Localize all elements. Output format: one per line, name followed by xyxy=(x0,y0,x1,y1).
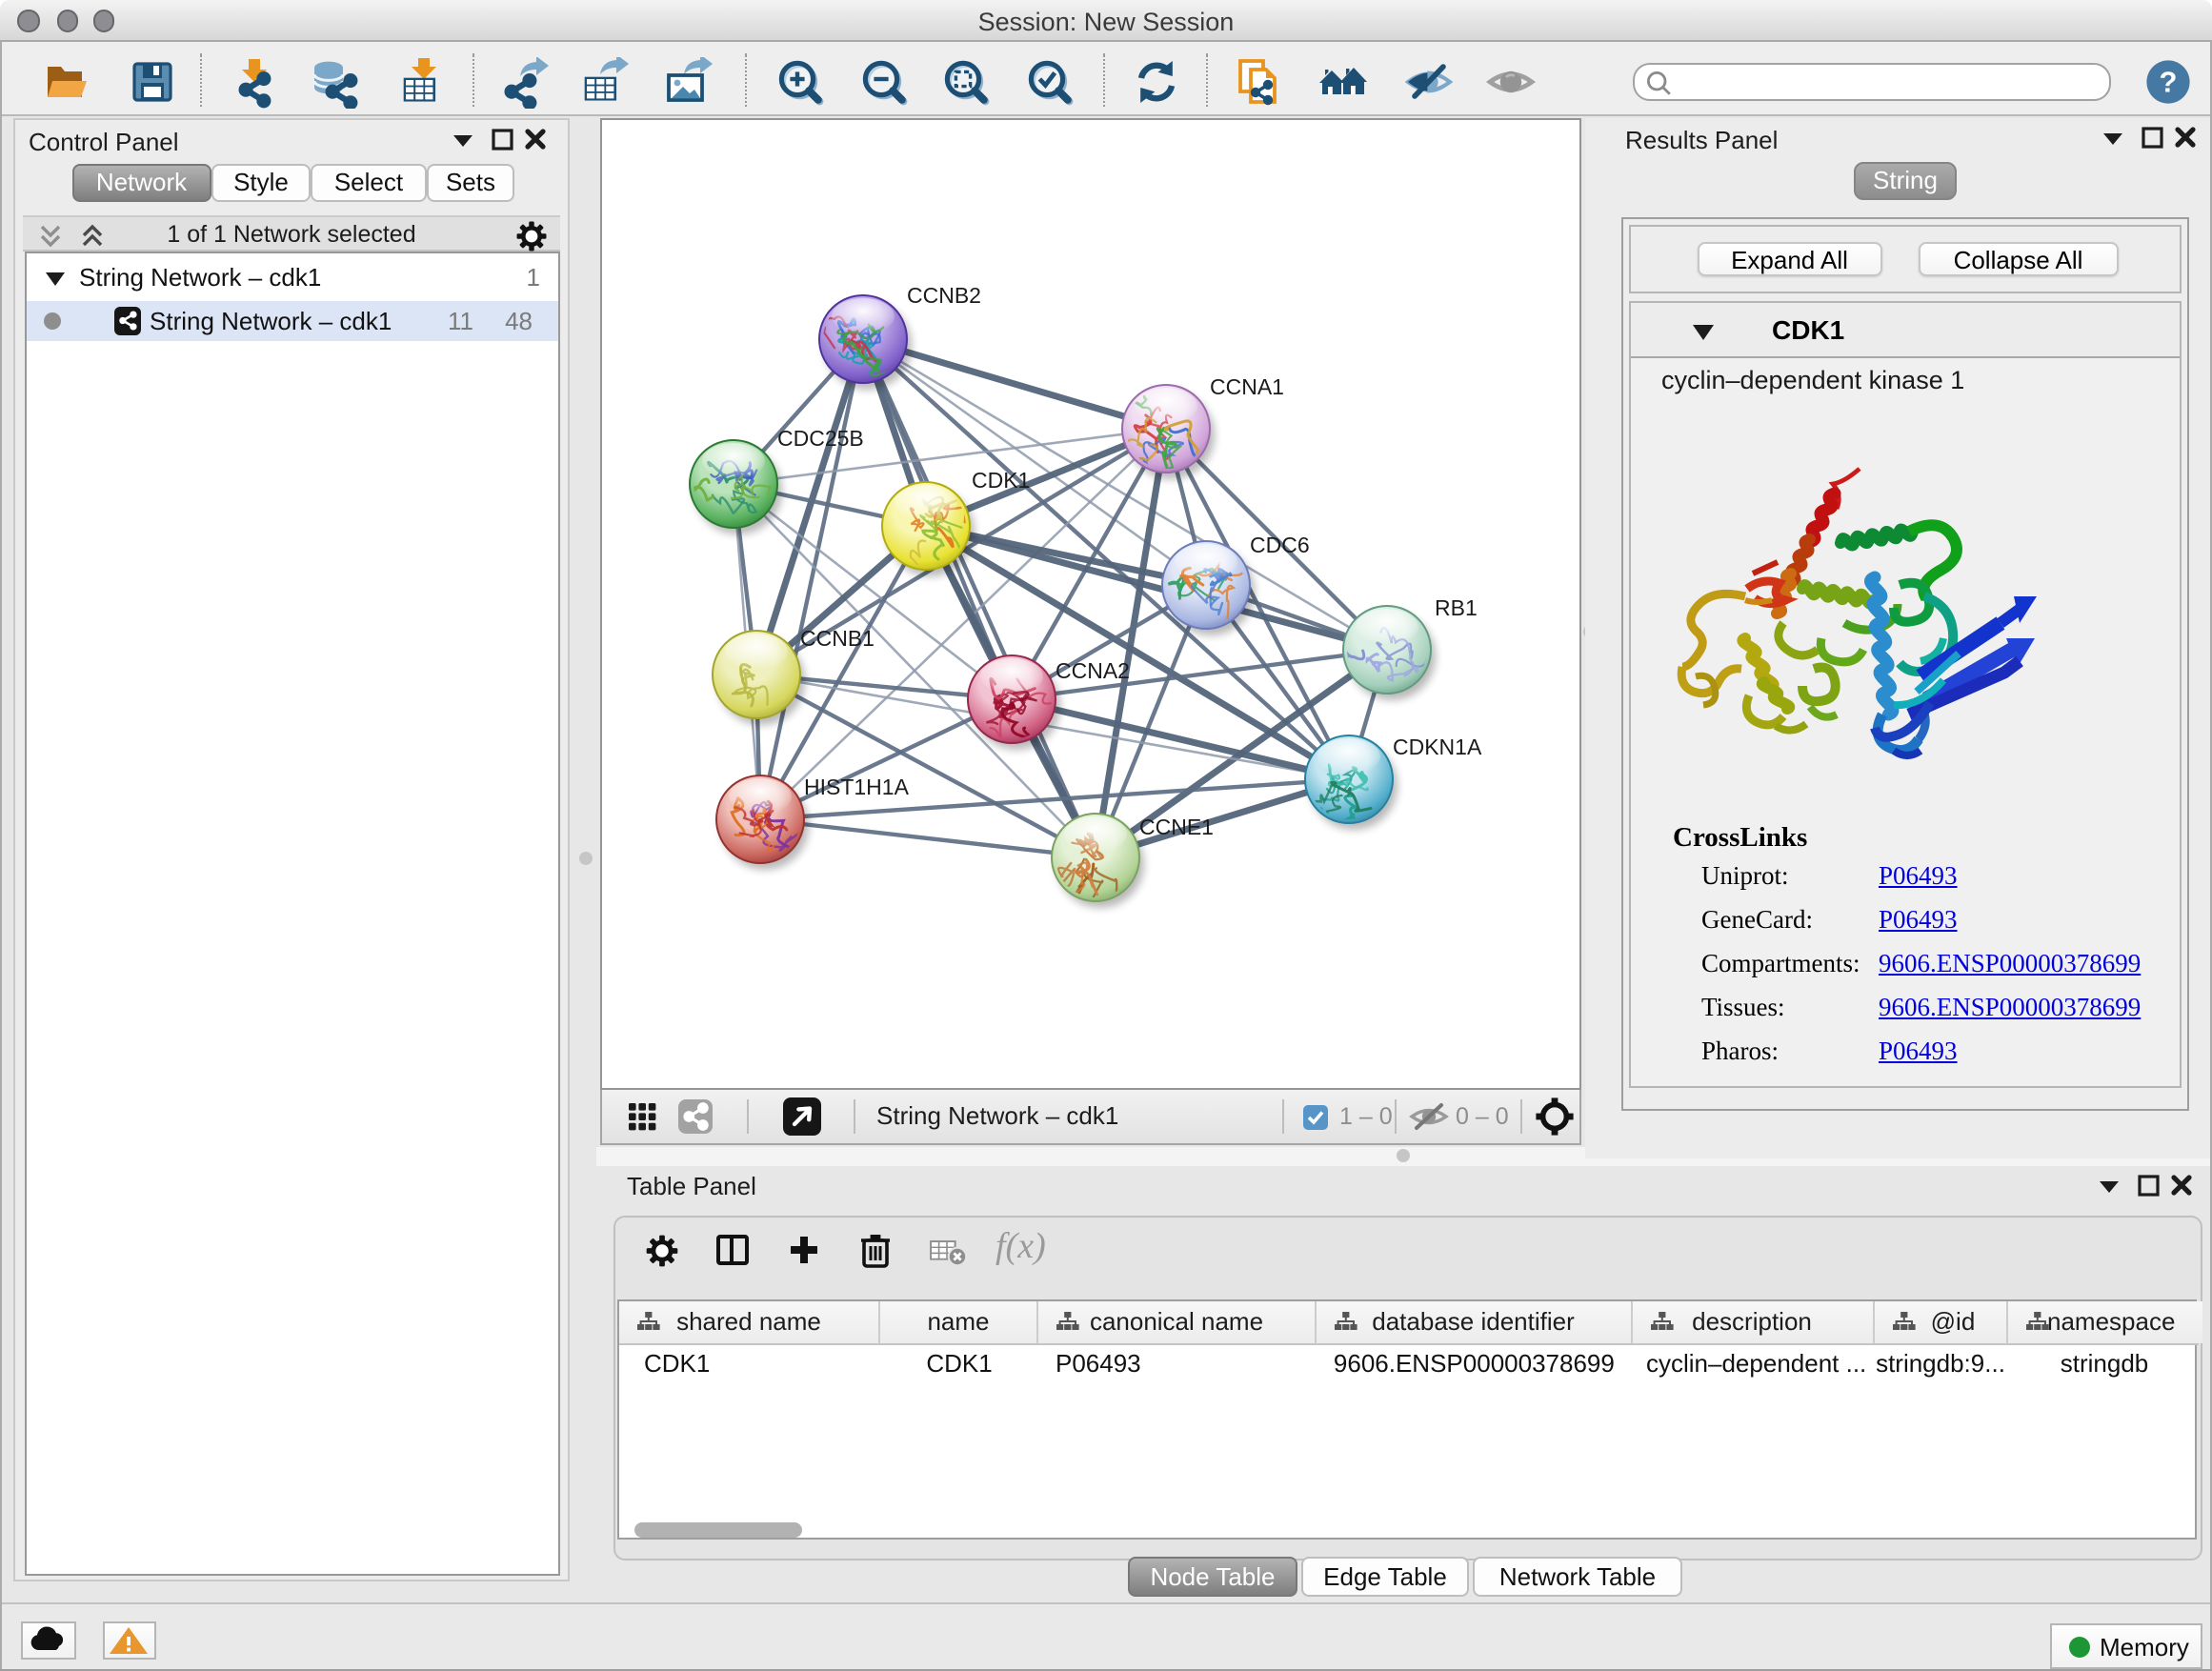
svg-text:CCNE1: CCNE1 xyxy=(1139,815,1214,839)
svg-text:CDC25B: CDC25B xyxy=(777,426,864,451)
svg-text:HIST1H1A: HIST1H1A xyxy=(804,775,910,799)
svg-text:CDK1: CDK1 xyxy=(972,468,1030,493)
svg-text:RB1: RB1 xyxy=(1435,595,1478,620)
svg-text:CCNA2: CCNA2 xyxy=(1056,658,1130,683)
svg-text:CDKN1A: CDKN1A xyxy=(1393,735,1482,759)
svg-text:CCNB1: CCNB1 xyxy=(800,626,875,651)
svg-text:?: ? xyxy=(2160,65,2178,98)
svg-text:CDC6: CDC6 xyxy=(1250,533,1310,557)
svg-text:CCNB2: CCNB2 xyxy=(907,283,981,308)
svg-text:CCNA1: CCNA1 xyxy=(1210,374,1284,399)
